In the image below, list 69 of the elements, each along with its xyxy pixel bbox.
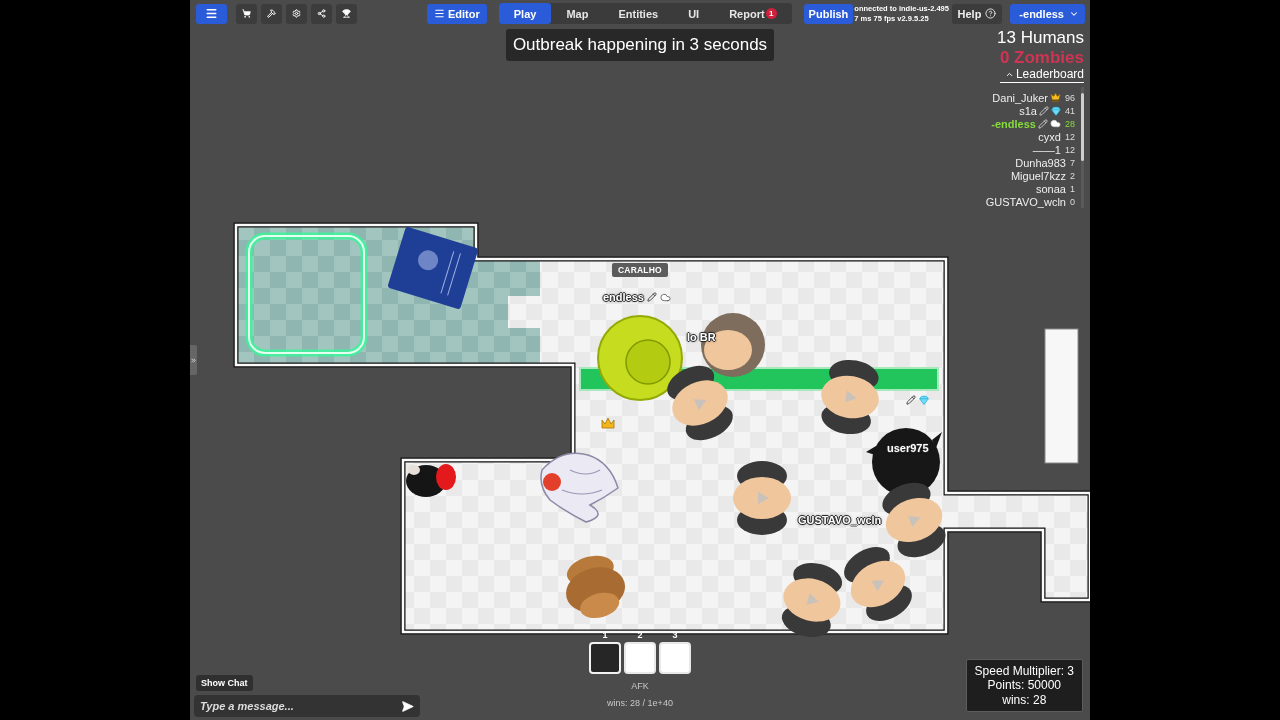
share-icon — [317, 7, 326, 20]
crown-icon — [601, 417, 615, 429]
player-name: user975 — [887, 442, 929, 454]
map-sign: CARALHO — [612, 263, 668, 277]
settings-button[interactable] — [286, 3, 307, 24]
side-panel-toggle[interactable] — [190, 345, 197, 375]
player-score: 0 — [1070, 196, 1075, 207]
inventory-slot[interactable] — [589, 642, 621, 674]
player-name: lo BR — [687, 331, 716, 343]
slot-number: 2 — [637, 630, 643, 641]
stat-line: Speed Multiplier: 3 — [974, 663, 1074, 678]
send-icon[interactable] — [401, 699, 414, 713]
player-name: Dani_Juker — [992, 91, 1048, 104]
chevrons-right-icon — [190, 356, 197, 364]
scrollbar[interactable] — [1081, 87, 1084, 208]
player-score: 7 — [1070, 157, 1075, 168]
player-name: endless — [603, 291, 644, 303]
player-name: sonaa — [1036, 182, 1066, 195]
player-name: Miguel7kzz — [1010, 169, 1066, 182]
wins-text: wins: 28 / 1e+40 — [607, 697, 673, 709]
player-name: GUSTAVO_wcln — [798, 514, 882, 526]
player-name: Dunha983 — [1015, 156, 1066, 169]
show-chat-button[interactable]: Show Chat — [196, 675, 253, 691]
tab[interactable]: Entities — [603, 3, 674, 24]
account-button[interactable]: -endless — [1010, 3, 1085, 24]
character-drawing — [406, 464, 456, 497]
tools-button[interactable] — [261, 3, 282, 24]
player-score: 28 — [1065, 118, 1075, 129]
slot-number: 1 — [602, 630, 608, 641]
settings-icon — [292, 7, 301, 20]
player-name: GUSTAVO_wcln — [985, 195, 1066, 208]
notification-badge: 1 — [765, 8, 777, 19]
menu-button[interactable] — [196, 3, 227, 24]
tab[interactable]: Report 1 — [714, 3, 792, 24]
player-score: 1 — [1070, 183, 1075, 194]
menu-icon — [205, 7, 218, 20]
cart-icon — [242, 7, 251, 20]
hammer-icon — [267, 7, 276, 20]
zombies-count: 0 Zombies — [999, 48, 1084, 67]
help-button[interactable]: Help — [951, 3, 1003, 24]
leaderboard-toggle[interactable]: Leaderboard — [1000, 67, 1084, 83]
menu-icon — [434, 8, 445, 19]
pencil-icon — [906, 395, 916, 405]
status-text: AFK — [631, 680, 649, 692]
shop-button[interactable] — [236, 3, 257, 24]
tab[interactable]: UI — [673, 3, 715, 24]
stat-line: wins: 28 — [1002, 692, 1047, 707]
player-score: 96 — [1065, 92, 1075, 103]
tab[interactable]: Play — [498, 3, 552, 24]
stat-line: Points: 50000 — [987, 678, 1061, 693]
trophy-button[interactable] — [336, 3, 357, 24]
humans-count: 13 Humans — [997, 28, 1084, 48]
player-name: -endless — [991, 117, 1036, 130]
publish-button[interactable]: Publish — [803, 3, 854, 24]
player-score: 41 — [1065, 105, 1075, 116]
trophy-icon — [342, 7, 351, 20]
tab[interactable]: Map — [551, 3, 604, 24]
help-icon — [985, 8, 997, 19]
player-score: 12 — [1065, 131, 1075, 142]
outbreak-banner: Outbreak happening in 3 seconds — [505, 29, 775, 61]
player-score: 2 — [1070, 170, 1075, 181]
gem-icon — [919, 395, 929, 405]
player-name: cyxd — [1038, 130, 1061, 143]
player-score: 12 — [1065, 144, 1075, 155]
player-name: s1a — [1019, 104, 1037, 117]
editor-button[interactable]: Editor — [427, 3, 487, 24]
player-name: ——1 — [1032, 143, 1061, 156]
share-button[interactable] — [311, 3, 332, 24]
player-character — [566, 555, 625, 619]
